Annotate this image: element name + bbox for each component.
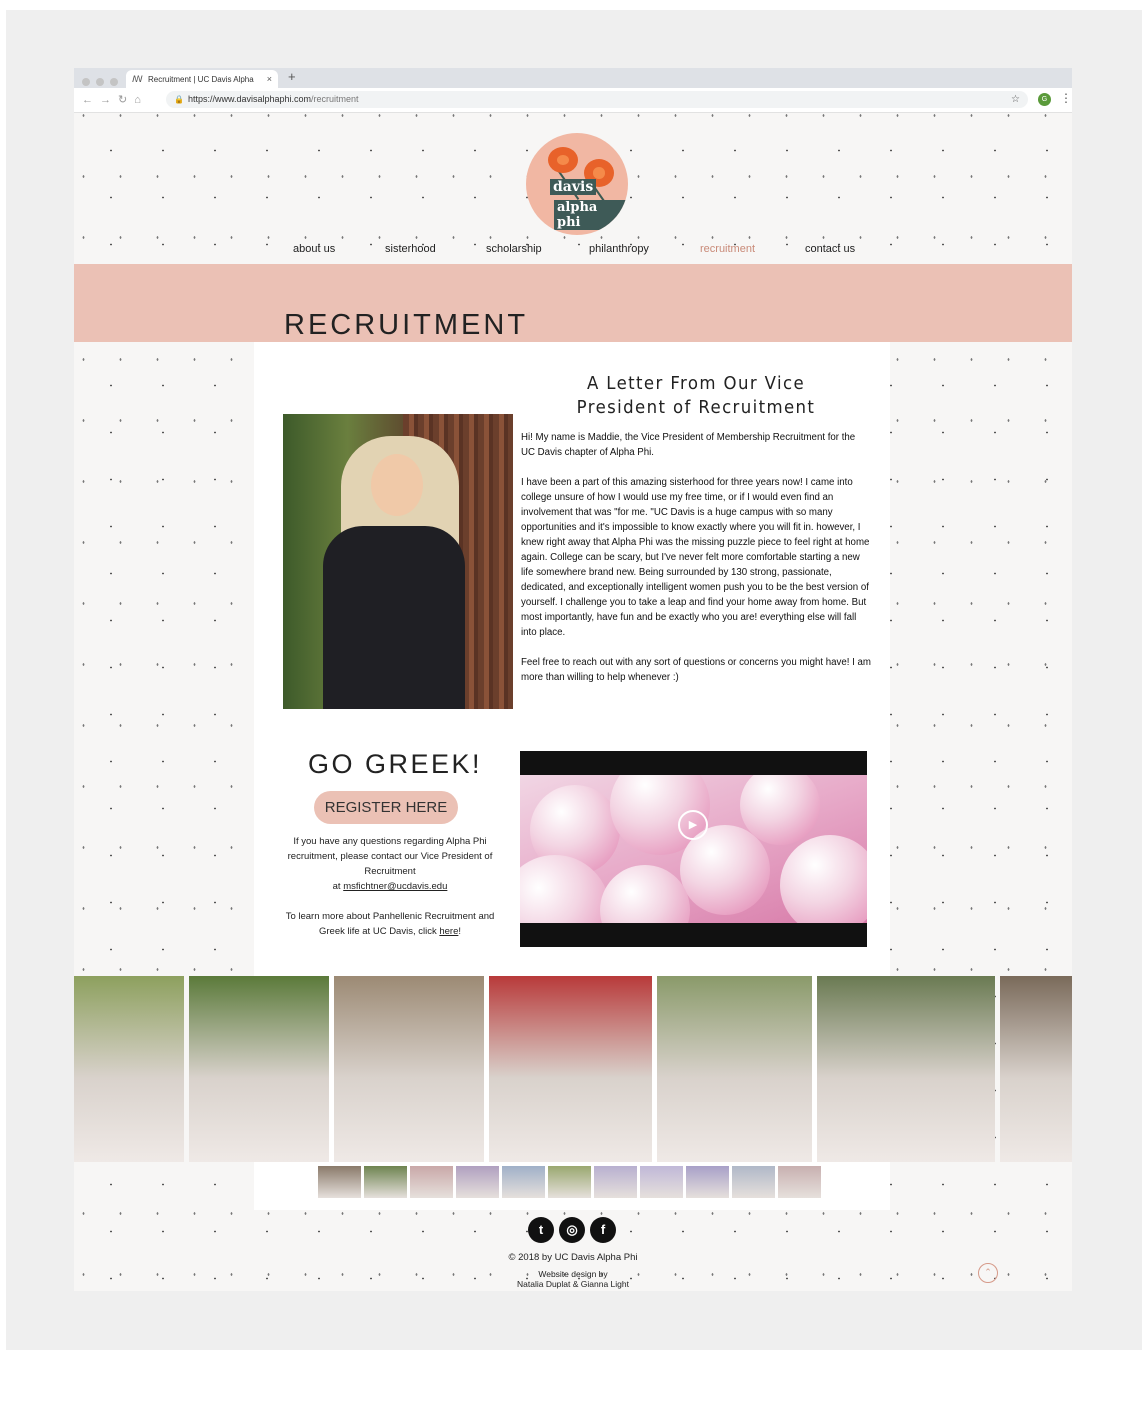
site-logo[interactable]: davis alpha phi	[526, 133, 628, 235]
instagram-icon[interactable]: ◎	[559, 1217, 585, 1243]
letter-paragraph: Hi! My name is Maddie, the Vice Presiden…	[521, 432, 856, 458]
tab-bar: ꟿ Recruitment | UC Davis Alpha × +	[74, 68, 1072, 88]
page-title: RECRUITMENT	[284, 309, 529, 341]
credit-names: Natalia Duplat & Gianna Light	[517, 1279, 629, 1289]
letter-title-line2: President of Recruitment	[576, 397, 816, 418]
page-banner: RECRUITMENT	[74, 264, 1072, 342]
gallery-photo[interactable]	[1000, 976, 1072, 1162]
logo-text-alpha-phi: alpha phi	[554, 200, 628, 230]
site-favicon-icon: ꟿ	[132, 74, 143, 84]
register-button[interactable]: REGISTER HERE	[314, 791, 458, 824]
vp-portrait-photo	[283, 414, 513, 709]
email-link[interactable]: msfichtner@ucdavis.edu	[343, 881, 447, 892]
social-links: t ◎ f	[528, 1217, 621, 1243]
home-icon[interactable]: ⌂	[134, 94, 148, 106]
gallery-thumbnail[interactable]	[686, 1166, 729, 1198]
address-bar[interactable]: 🔒 https://www.davisalphaphi.com/recruitme…	[166, 91, 1028, 108]
letter-title-line1: A Letter From Our Vice	[586, 373, 806, 394]
video-frame	[520, 775, 867, 923]
gallery-thumbnail[interactable]	[778, 1166, 821, 1198]
gallery-thumbnail[interactable]	[364, 1166, 407, 1198]
facebook-icon[interactable]: f	[590, 1217, 616, 1243]
browser-window: ꟿ Recruitment | UC Davis Alpha × + ←→↻⌂ …	[74, 68, 1072, 1291]
learn-more-text: To learn more about Panhellenic Recruitm…	[278, 909, 502, 939]
gallery-thumbnail[interactable]	[502, 1166, 545, 1198]
contact-at: at	[332, 881, 341, 892]
profile-avatar[interactable]: G	[1038, 93, 1051, 106]
go-greek-heading: GO GREEK!	[308, 749, 483, 779]
gallery-photo[interactable]	[74, 976, 184, 1162]
gallery-thumbnail[interactable]	[318, 1166, 361, 1198]
bookmark-star-icon[interactable]: ☆	[1011, 91, 1020, 108]
web-page: davis alpha phi about us sisterhood scho…	[74, 113, 1072, 1291]
letter-paragraph: Feel free to reach out with any sort of …	[521, 657, 872, 683]
nav-recruitment[interactable]: recruitment	[700, 243, 755, 255]
gallery-thumbnail[interactable]	[732, 1166, 775, 1198]
gallery-thumbnail[interactable]	[640, 1166, 683, 1198]
lock-icon: 🔒	[174, 95, 184, 104]
browser-menu-icon[interactable]: ⋮	[1060, 91, 1072, 105]
gallery-thumbnail[interactable]	[548, 1166, 591, 1198]
gallery-photo[interactable]	[657, 976, 812, 1162]
logo-text-davis: davis	[550, 179, 597, 195]
play-icon[interactable]: ▶	[678, 810, 708, 840]
gallery-photo[interactable]	[489, 976, 652, 1162]
new-tab-button[interactable]: +	[288, 69, 296, 84]
gallery-thumbnail[interactable]	[594, 1166, 637, 1198]
poppy-icon	[548, 147, 578, 173]
back-to-top-icon[interactable]: ⌃	[978, 1263, 998, 1283]
nav-sisterhood[interactable]: sisterhood	[385, 243, 436, 255]
gallery-photo[interactable]	[189, 976, 329, 1162]
gallery-photo[interactable]	[334, 976, 484, 1162]
gallery-photo[interactable]	[817, 976, 995, 1162]
photo-gallery	[74, 976, 1072, 1162]
learn-suffix: !	[458, 926, 462, 937]
forward-arrow-icon[interactable]: →	[100, 94, 118, 106]
toolbar: ←→↻⌂ 🔒 https://www.davisalphaphi.com/recr…	[74, 88, 1072, 113]
nav-scholarship[interactable]: scholarship	[486, 243, 542, 255]
letter-paragraph: I have been a part of this amazing siste…	[521, 477, 870, 638]
contact-text: If you have any questions regarding Alph…	[282, 834, 498, 894]
tumblr-icon[interactable]: t	[528, 1217, 554, 1243]
video-player[interactable]: ▶	[520, 751, 867, 947]
url-host: https://www.davisalphaphi.com	[187, 94, 312, 104]
nav-contact-us[interactable]: contact us	[805, 243, 855, 255]
nav-philanthropy[interactable]: philanthropy	[589, 243, 649, 255]
browser-tab[interactable]: ꟿ Recruitment | UC Davis Alpha ×	[126, 70, 278, 88]
letter-body: Hi! My name is Maddie, the Vice Presiden…	[521, 430, 871, 700]
copyright: © 2018 by UC Davis Alpha Phi	[508, 1252, 638, 1263]
credit-line: Website design by	[538, 1269, 608, 1279]
gallery-thumbnail[interactable]	[410, 1166, 453, 1198]
nav-buttons: ←→↻⌂	[82, 93, 148, 106]
url-path: /recruitment	[311, 94, 359, 104]
main-nav: about us sisterhood scholarship philanth…	[74, 243, 1072, 263]
back-arrow-icon[interactable]: ←	[82, 94, 100, 106]
learn-prefix: To learn more about Panhellenic Recruitm…	[285, 911, 495, 937]
nav-about-us[interactable]: about us	[293, 243, 335, 255]
tab-title: Recruitment | UC Davis Alpha	[148, 75, 254, 84]
letter-title: A Letter From Our Vice President of Recr…	[565, 372, 826, 420]
tab-close-icon[interactable]: ×	[267, 70, 272, 88]
reload-icon[interactable]: ↻	[118, 94, 134, 106]
contact-prefix: If you have any questions regarding Alph…	[287, 836, 493, 877]
here-link[interactable]: here	[439, 926, 458, 937]
gallery-thumbnail[interactable]	[456, 1166, 499, 1198]
